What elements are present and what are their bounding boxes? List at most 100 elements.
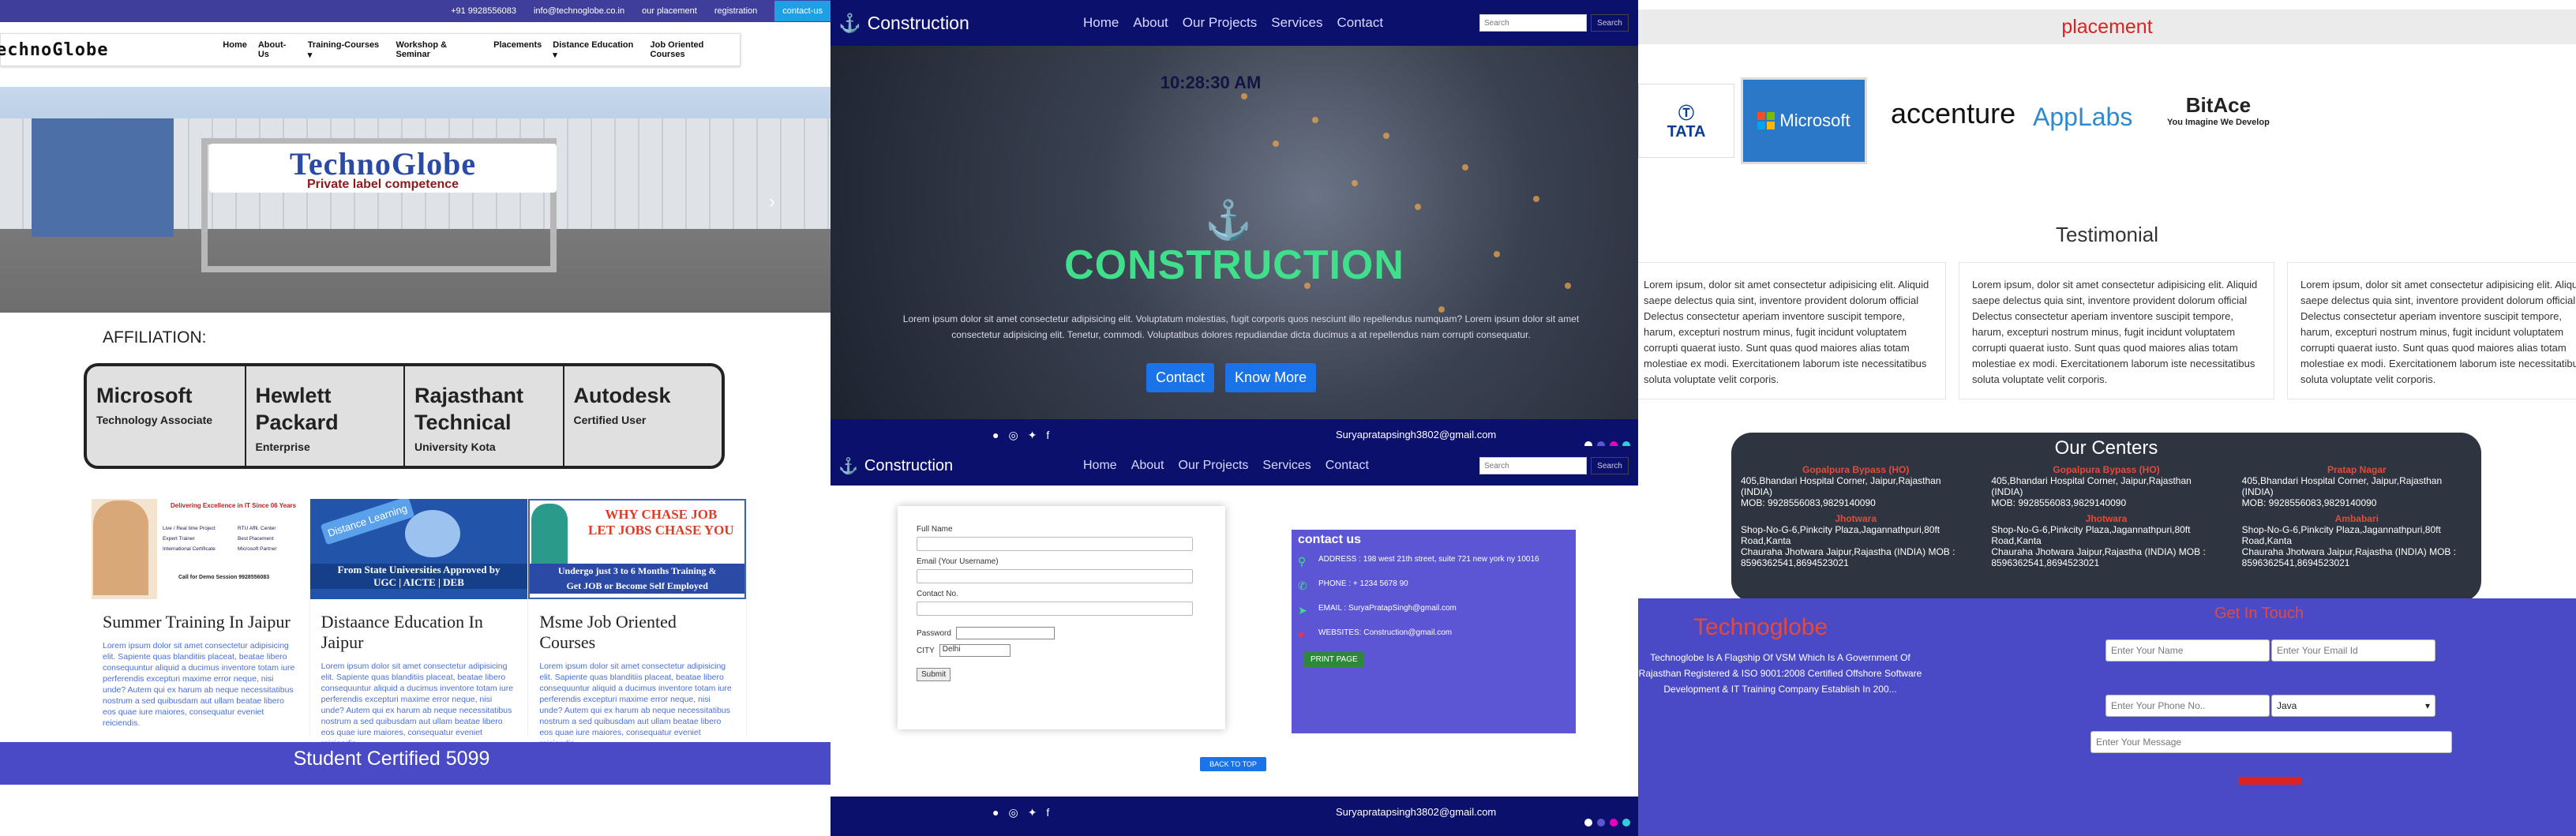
chevron-right-icon[interactable]: ›: [769, 191, 775, 213]
construction-brand[interactable]: ⚓ Construction: [838, 456, 1083, 476]
message-input[interactable]: Enter Your Message: [2090, 731, 2452, 753]
search-input[interactable]: [1479, 14, 1587, 32]
search-button[interactable]: Search: [1591, 14, 1629, 32]
email-input[interactable]: Enter Your Email Id: [2271, 639, 2435, 662]
footer-email[interactable]: Suryapratapsingh3802@gmail.com: [1336, 429, 1496, 440]
center-address: 405,Bhandari Hospital Corner, Jaipur,Raj…: [1991, 475, 2192, 508]
phone-input[interactable]: Enter Your Phone No..: [2105, 695, 2270, 717]
full-name-input[interactable]: [917, 537, 1193, 551]
windows-icon: [1757, 112, 1775, 129]
card-title: Distaance Education In Jaipur: [321, 612, 483, 652]
search-input[interactable]: [1479, 457, 1587, 474]
nav-services[interactable]: Services: [1271, 15, 1322, 31]
footer-email[interactable]: Suryapratapsingh3802@gmail.com: [1336, 806, 1496, 818]
github-icon[interactable]: ●: [992, 806, 999, 819]
footer-social-bar: ● ◎ ✦ f Suryapratapsingh3802@gmail.com: [831, 797, 1638, 836]
footer-description: Technoglobe Is A Flagship Of VSM Which I…: [1638, 652, 1922, 695]
facebook-icon[interactable]: f: [1046, 806, 1049, 819]
applabs-logo: AppLabs: [2033, 103, 2133, 131]
bitace-name: BitAce: [2185, 93, 2252, 117]
nav-projects[interactable]: Our Projects: [1179, 459, 1249, 473]
banner-line-2: UGC | AICTE | DEB: [373, 576, 464, 588]
github-icon[interactable]: ●: [992, 429, 999, 442]
nav-home[interactable]: Home: [1083, 459, 1117, 473]
nav-distance[interactable]: Distance Education ▾: [553, 40, 639, 60]
password-input[interactable]: [955, 627, 1055, 639]
nav-job-courses[interactable]: Job Oriented Courses: [651, 40, 740, 60]
nav-home[interactable]: Home: [1083, 15, 1119, 31]
bokeh-light: [1352, 180, 1358, 186]
instagram-icon[interactable]: ◎: [1008, 806, 1018, 819]
email-input[interactable]: [917, 569, 1193, 583]
city-select[interactable]: Delhi: [939, 644, 1011, 657]
course-card[interactable]: Distance Learning From State Universitie…: [309, 499, 529, 748]
social-icons: ● ◎ ✦ f: [992, 806, 1049, 819]
nav-menu: Home About Our Projects Services Contact: [1083, 459, 1369, 473]
nav-contact[interactable]: Contact: [1337, 15, 1383, 31]
course-select[interactable]: Java ▾: [2271, 695, 2435, 717]
city-row: CITY Delhi: [917, 644, 1206, 657]
know-more-button[interactable]: Know More: [1225, 363, 1317, 392]
nav-workshop[interactable]: Workshop & Seminar: [396, 40, 483, 60]
facebook-icon[interactable]: f: [1046, 429, 1049, 442]
nav-placements[interactable]: Placements: [493, 40, 542, 60]
affiliate-name: Rajasthant Technical: [414, 384, 524, 434]
dot-purple[interactable]: [1597, 819, 1605, 827]
email-label: Email (Your Username): [917, 557, 999, 566]
name-input[interactable]: Enter Your Name: [2105, 639, 2270, 662]
brand-name: Construction: [867, 12, 969, 33]
nav-projects[interactable]: Our Projects: [1183, 15, 1257, 31]
nav-home[interactable]: Home: [223, 40, 247, 60]
banner-headline: WHY CHASE JOB LET JOBS CHASE YOU: [574, 507, 744, 538]
send-button[interactable]: [2238, 777, 2301, 785]
nav-contact[interactable]: Contact: [1325, 459, 1369, 473]
contact-input[interactable]: [917, 602, 1193, 616]
site-logo[interactable]: echnoGlobe: [0, 40, 223, 60]
instagram-icon[interactable]: ◎: [1008, 429, 1018, 442]
center-name: Jhotwara: [2085, 513, 2128, 524]
search-button[interactable]: Search: [1591, 457, 1629, 474]
sign-title: TechnoGlobe: [289, 145, 477, 182]
contact-label: Contact No.: [917, 590, 958, 598]
contact-us-link[interactable]: contact-us: [774, 1, 831, 21]
dot-pink[interactable]: [1610, 819, 1618, 827]
construction-brand[interactable]: ⚓ Construction: [838, 13, 1083, 34]
registration-link[interactable]: registration: [714, 6, 757, 16]
email-value[interactable]: SuryaPratapSingh@gmail.com: [1348, 604, 1457, 613]
bokeh-light: [1273, 141, 1279, 147]
submit-button[interactable]: Submit: [917, 668, 951, 681]
anchor-icon: ⚓: [838, 457, 858, 475]
nav-about[interactable]: About-Us: [258, 40, 297, 60]
twitter-icon[interactable]: ✦: [1028, 429, 1037, 442]
center-item: Jhotwara Shop-No-G-6,Pinkcity Plaza,Jagan…: [1991, 513, 2221, 568]
twitter-icon[interactable]: ✦: [1028, 806, 1037, 819]
course-card[interactable]: WHY CHASE JOB LET JOBS CHASE YOU Undergo …: [528, 499, 748, 748]
our-centers-box: Our Centers Gopalpura Bypass (HO) 405,Bha…: [1731, 433, 2481, 602]
phone-link[interactable]: +91 9928556083: [451, 6, 516, 16]
testimonial-cards: Lorem ipsum, dolor sit amet consectetur …: [1638, 262, 2576, 399]
contact-info-box: contact us ⚲ ADDRESS : 198 west 21th stre…: [1292, 530, 1576, 733]
microsoft-logo: Microsoft: [1741, 77, 1867, 164]
affiliate-cell: Rajasthant Technical University Kota: [405, 366, 564, 466]
affiliate-cell: Microsoft Technology Associate: [87, 366, 246, 466]
placement-link[interactable]: our placement: [642, 6, 697, 16]
center-item: Jhotwara Shop-No-G-6,Pinkcity Plaza,Jagan…: [1741, 513, 1970, 568]
feature-item: Expert Trainer: [163, 536, 195, 542]
course-card[interactable]: Delivering Excellence in IT Since 06 Yea…: [92, 499, 310, 736]
banner-call: Call for Demo Session 9928556083: [178, 575, 270, 580]
contact-button[interactable]: Contact: [1146, 363, 1215, 392]
nav-training[interactable]: Training-Courses ▾: [308, 40, 385, 60]
print-page-button[interactable]: PRINT PAGE: [1304, 652, 1364, 667]
nav-about[interactable]: About: [1133, 15, 1168, 31]
dot-cyan[interactable]: [1622, 819, 1630, 827]
email-link[interactable]: info@technoglobe.co.in: [534, 6, 624, 16]
main-navbar: echnoGlobe Home About-Us Training-Course…: [0, 33, 741, 66]
phone-value: + 1234 5678 90: [1352, 579, 1408, 588]
website-value[interactable]: Construction@gmail.com: [1363, 628, 1452, 637]
nav-services[interactable]: Services: [1262, 459, 1310, 473]
dot-white[interactable]: [1584, 819, 1592, 827]
nav-about[interactable]: About: [1131, 459, 1164, 473]
bokeh-light: [1241, 93, 1247, 99]
banner-line-1: From State Universities Approved by: [337, 564, 501, 575]
back-to-top-button[interactable]: BACK TO TOP: [1200, 757, 1266, 771]
